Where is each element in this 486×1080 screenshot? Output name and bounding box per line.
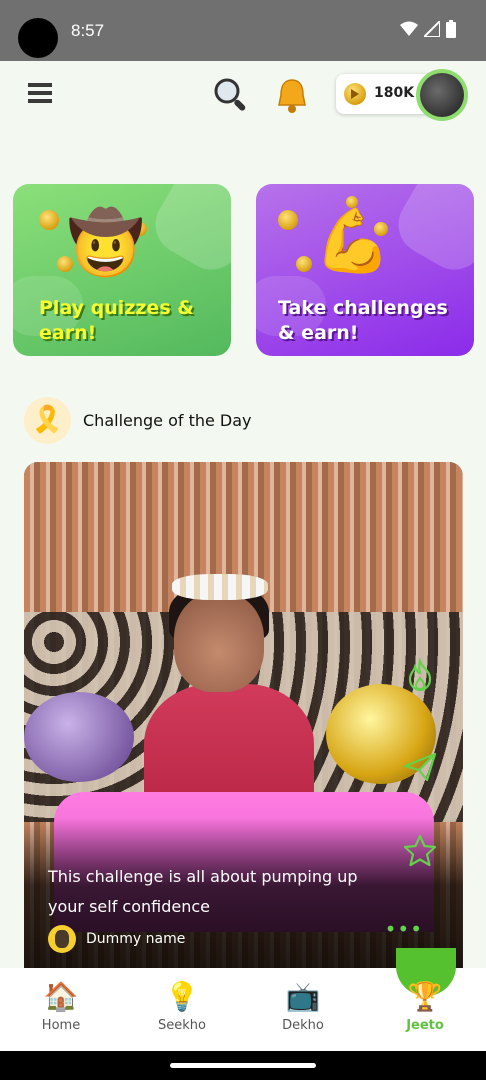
search-icon[interactable]	[212, 76, 250, 114]
profile-avatar[interactable]	[416, 69, 468, 121]
play-quizzes-title: Play quizzes & earn!	[39, 297, 194, 344]
section-title: Challenge of the Day	[83, 411, 252, 430]
take-challenges-card[interactable]: 💪 Take challenges & earn!	[256, 184, 474, 356]
home-icon: 🏠	[43, 980, 79, 1013]
author-avatar	[48, 925, 76, 953]
play-quizzes-card[interactable]: 🤠 Play quizzes & earn!	[13, 184, 231, 356]
coin-icon	[344, 83, 366, 105]
home-indicator[interactable]	[170, 1063, 316, 1068]
share-icon[interactable]	[403, 750, 437, 784]
tv-icon: 📺	[285, 980, 321, 1013]
camera-cutout	[18, 18, 58, 58]
menu-icon[interactable]	[28, 83, 52, 105]
status-time: 8:57	[71, 21, 105, 40]
coin-icon	[296, 256, 312, 272]
wifi-icon	[400, 21, 418, 36]
coin-icon	[278, 210, 298, 230]
system-home-bar	[0, 1051, 486, 1080]
post-author[interactable]: Dummy name	[48, 925, 185, 953]
more-icon[interactable]: •••	[385, 917, 423, 941]
challenge-post[interactable]: This challenge is all about pumping up y…	[24, 462, 463, 968]
status-bar: 8:57	[0, 0, 486, 61]
take-challenges-title: Take challenges & earn!	[278, 297, 448, 344]
post-description: This challenge is all about pumping up y…	[48, 867, 358, 916]
app-bar: 180K	[0, 61, 486, 131]
nav-home[interactable]: 🏠 Home	[16, 980, 106, 1033]
coin-balance-value: 180K	[374, 85, 415, 101]
trophy-icon: 🏆	[407, 980, 443, 1013]
nav-jeeto[interactable]: 🏆 Jeeto	[380, 980, 470, 1033]
status-icons	[400, 20, 456, 38]
coin-icon	[39, 210, 59, 230]
nav-jeeto-label: Jeeto	[406, 1018, 444, 1033]
flexed-biceps-icon: 💪	[314, 204, 392, 277]
nav-seekho[interactable]: 💡 Seekho	[137, 980, 227, 1033]
bottom-navigation: 🏠 Home 💡 Seekho 📺 Dekho 🏆 Jeeto	[0, 948, 486, 1051]
bulb-icon: 💡	[164, 980, 200, 1013]
bell-icon[interactable]	[272, 75, 312, 115]
nav-home-label: Home	[41, 1018, 81, 1033]
nav-dekho[interactable]: 📺 Dekho	[258, 980, 348, 1033]
nav-seekho-label: Seekho	[158, 1018, 206, 1033]
star-icon[interactable]	[403, 834, 437, 868]
battery-icon	[446, 20, 456, 38]
author-name: Dummy name	[86, 931, 186, 947]
ribbon-icon: 🎗️	[24, 397, 71, 444]
signal-icon	[424, 21, 440, 37]
nav-dekho-label: Dekho	[282, 1018, 324, 1033]
fire-icon[interactable]	[403, 658, 437, 692]
cowboy-face-icon: 🤠	[67, 206, 145, 279]
